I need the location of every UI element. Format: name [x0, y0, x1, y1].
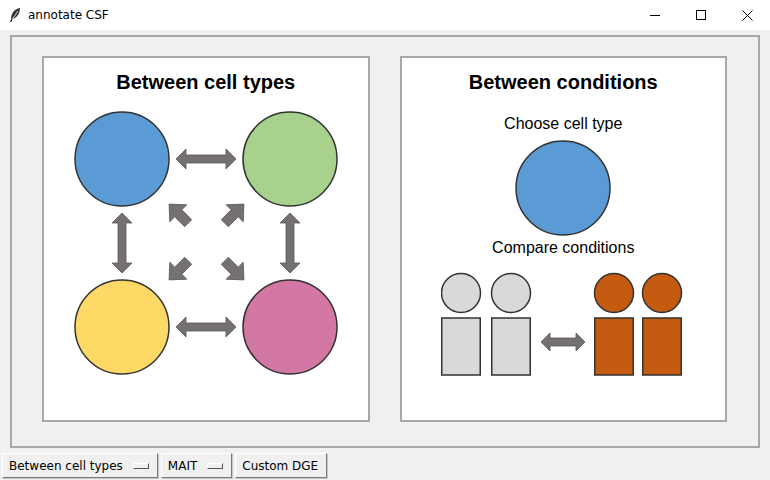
panel-title: Between conditions: [469, 70, 658, 94]
arrow-icon: [217, 196, 253, 232]
double-arrow-icon: [541, 333, 585, 351]
minimize-icon: [650, 10, 660, 20]
panel-title: Between cell types: [116, 70, 295, 94]
conditions-panel: Between conditions Choose cell type Compar…: [400, 56, 728, 422]
cell-types-diagram: [44, 94, 367, 394]
app-window: annotate CSF Between cell types Between co…: [0, 0, 770, 480]
overview-frame: Between cell types Between conditions Choo…: [10, 35, 760, 448]
button-label: Custom DGE: [242, 459, 318, 473]
step-label: Choose cell type: [504, 114, 622, 134]
person-icon: [491, 274, 530, 376]
cell-types-panel: Between cell types: [42, 56, 370, 422]
cell-type-circle: [243, 280, 337, 374]
person-icon: [642, 274, 681, 376]
cell-type-circle: [516, 141, 610, 235]
option-menu[interactable]: MAIT: [161, 453, 232, 478]
feather-icon: [8, 7, 22, 23]
toolbar-button[interactable]: Custom DGE: [235, 453, 327, 478]
button-label: MAIT: [168, 459, 197, 473]
double-arrow-icon: [112, 213, 132, 273]
title-bar: annotate CSF: [0, 0, 770, 30]
minimize-button[interactable]: [632, 0, 678, 30]
step-label: Compare conditions: [492, 238, 634, 258]
chosen-cell-diagram: [513, 138, 613, 238]
conditions-diagram: [441, 272, 686, 380]
person-icon: [594, 274, 633, 376]
arrow-icon: [161, 252, 197, 288]
dropdown-indicator-icon: [207, 463, 223, 469]
arrow-icon: [161, 196, 197, 232]
double-arrow-icon: [176, 317, 236, 337]
button-label: Between cell types: [9, 459, 123, 473]
maximize-icon: [696, 10, 706, 20]
option-menu[interactable]: Between cell types: [2, 453, 158, 478]
maximize-button[interactable]: [678, 0, 724, 30]
close-button[interactable]: [724, 0, 770, 30]
toolbar: Between cell types MAIT Custom DGE: [0, 448, 770, 478]
double-arrow-icon: [176, 149, 236, 169]
close-icon: [742, 10, 753, 21]
dropdown-indicator-icon: [133, 463, 149, 469]
cell-type-circle: [75, 112, 169, 206]
window-title: annotate CSF: [28, 8, 109, 22]
content-area: Between cell types Between conditions Choo…: [0, 30, 770, 480]
cell-type-circle: [75, 280, 169, 374]
person-icon: [441, 274, 480, 376]
arrow-icon: [217, 252, 253, 288]
double-arrow-icon: [280, 213, 300, 273]
cell-type-circle: [243, 112, 337, 206]
